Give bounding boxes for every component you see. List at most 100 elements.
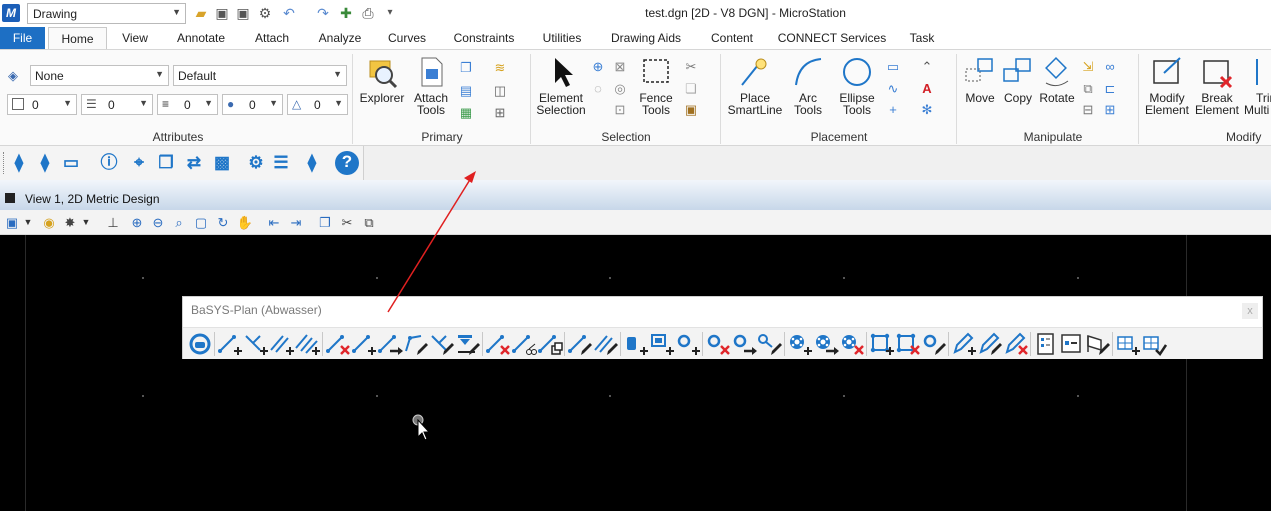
arc-tools-button[interactable]: Arc Tools <box>786 55 830 116</box>
segment-add-icon[interactable] <box>351 332 377 356</box>
level-display-icon[interactable]: ≋ <box>492 60 508 76</box>
tab-content[interactable]: Content <box>703 27 761 49</box>
models-icon[interactable]: ❐ <box>458 60 474 76</box>
gear-icon[interactable]: ⚙ <box>245 152 267 174</box>
segment-copy-icon[interactable] <box>537 332 563 356</box>
table-add-icon[interactable] <box>1115 332 1141 356</box>
trim-multi-button[interactable]: Trim Multi <box>1243 55 1271 116</box>
segment-delete-icon[interactable] <box>325 332 351 356</box>
tab-home[interactable]: Home <box>48 27 107 49</box>
transparency-combo[interactable]: ● 0 ▼ <box>222 94 283 115</box>
map-refresh-icon[interactable]: ⧫ <box>34 152 56 174</box>
segment-cut-icon[interactable] <box>511 332 537 356</box>
info-icon[interactable]: ⓘ <box>98 152 120 174</box>
view-attributes-icon[interactable]: ▣ <box>3 214 21 231</box>
zoom-in-icon[interactable]: ⊕ <box>128 214 146 231</box>
line-add-icon[interactable] <box>217 332 243 356</box>
close-icon[interactable]: x <box>1242 303 1258 319</box>
select-all-icon[interactable]: ⊕ <box>590 59 606 75</box>
break-element-button[interactable]: Break Element <box>1193 55 1241 116</box>
rectangle-icon[interactable]: ▭ <box>885 59 901 75</box>
view-previous-icon[interactable]: ⇤ <box>265 214 283 231</box>
view-window-titlebar[interactable]: View 1, 2D Metric Design <box>0 180 1271 210</box>
target-icon[interactable]: ⌖ <box>128 152 150 174</box>
rotate-button[interactable]: Rotate <box>1037 55 1077 104</box>
power-icon[interactable] <box>187 332 213 356</box>
tab-drawing-aids[interactable]: Drawing Aids <box>604 27 688 49</box>
element-info-icon[interactable]: ◫ <box>492 83 508 99</box>
node-box-add-icon[interactable] <box>649 332 675 356</box>
manhole-delete-icon[interactable] <box>839 332 865 356</box>
dimension-icon[interactable]: ✻ <box>919 102 935 118</box>
line-style-combo[interactable]: ☰ 0 ▼ <box>81 94 153 115</box>
curve-icon[interactable]: ∿ <box>885 81 901 97</box>
node-connect-edit-icon[interactable] <box>757 332 783 356</box>
group-icon[interactable]: ◎ <box>612 81 628 97</box>
tab-curves[interactable]: Curves <box>383 27 431 49</box>
level-manager-icon[interactable]: ◈ <box>8 68 24 83</box>
mirror-icon[interactable]: ⧉ <box>1080 81 1096 97</box>
cut-icon[interactable]: ✂ <box>683 59 699 75</box>
point-icon[interactable]: + <box>885 102 901 118</box>
frame-add-icon[interactable] <box>869 332 895 356</box>
clip-mask-icon[interactable]: ⧉ <box>360 214 378 231</box>
modify-element-button[interactable]: Modify Element <box>1142 55 1192 116</box>
text-icon[interactable]: A <box>919 81 935 97</box>
rotate-view-icon[interactable]: ↻ <box>214 214 232 231</box>
place-smartline-button[interactable]: Place SmartLine <box>726 55 784 116</box>
dashed-line-edit-icon[interactable] <box>593 332 619 356</box>
basys-plan-toolbox[interactable]: BaSYS-Plan (Abwasser) x <box>182 296 1263 359</box>
references-icon[interactable]: ▤ <box>458 83 474 99</box>
frame-delete-icon[interactable] <box>895 332 921 356</box>
text-style-combo[interactable]: Default ▼ <box>173 65 347 86</box>
toolbox-icon[interactable]: ▩ <box>211 152 233 174</box>
map-add-icon[interactable]: ⧫ <box>8 152 30 174</box>
spin-icon[interactable]: ⊞ <box>1102 102 1118 118</box>
segment-remove-icon[interactable] <box>485 332 511 356</box>
explorer-button[interactable]: Explorer <box>358 55 406 104</box>
priority-combo[interactable]: △ 0 ▼ <box>287 94 348 115</box>
copy-pages-icon[interactable]: ❐ <box>155 152 177 174</box>
help-icon[interactable]: ? <box>335 151 359 175</box>
node-shape-add-icon[interactable] <box>623 332 649 356</box>
label-icon[interactable] <box>1059 332 1085 356</box>
tab-file[interactable]: File <box>0 27 45 49</box>
lock-icon[interactable]: ⊠ <box>612 59 628 75</box>
line-weight-combo[interactable]: ≡ 0 ▼ <box>157 94 218 115</box>
toolbar-grip-icon[interactable] <box>3 152 6 174</box>
swap-arrows-icon[interactable]: ⇄ <box>183 152 205 174</box>
node-pen-icon[interactable] <box>921 332 947 356</box>
tab-connect-services[interactable]: CONNECT Services <box>776 27 888 49</box>
window-refresh-icon[interactable]: ▭ <box>60 152 82 174</box>
node-add-icon[interactable] <box>675 332 701 356</box>
pencil-delete-icon[interactable] <box>1003 332 1029 356</box>
node-delete-icon[interactable] <box>705 332 731 356</box>
ungroup-icon[interactable]: ⊡ <box>612 102 628 118</box>
double-line-add-icon[interactable] <box>269 332 295 356</box>
update-view-icon[interactable]: ⊥ <box>104 214 122 231</box>
database-refresh-icon[interactable]: ☰ <box>270 152 292 174</box>
align-icon[interactable]: ⊏ <box>1102 81 1118 97</box>
level-combo[interactable]: None ▼ <box>30 65 169 86</box>
clip-volume-icon[interactable]: ✂ <box>338 214 356 231</box>
raster-icon[interactable]: ▦ <box>458 105 474 121</box>
invert-selection-icon[interactable]: ◌ <box>590 81 606 97</box>
pan-view-icon[interactable]: ✋ <box>236 214 254 231</box>
tab-view[interactable]: View <box>116 27 154 49</box>
view-next-icon[interactable]: ⇥ <box>287 214 305 231</box>
window-area-icon[interactable]: ⌕ <box>170 214 188 231</box>
manhole-add-icon[interactable] <box>787 332 813 356</box>
line-cross-add-icon[interactable] <box>243 332 269 356</box>
levels-icon[interactable]: ◉ <box>40 214 58 231</box>
move-button[interactable]: Move <box>961 55 999 104</box>
tab-analyze[interactable]: Analyze <box>312 27 368 49</box>
cell-library-icon[interactable]: ⊞ <box>492 105 508 121</box>
flag-edit-icon[interactable] <box>1085 332 1111 356</box>
stretch-icon[interactable]: ⊟ <box>1080 102 1096 118</box>
node-move-icon[interactable] <box>731 332 757 356</box>
line-edit-icon[interactable] <box>567 332 593 356</box>
manhole-move-icon[interactable] <box>813 332 839 356</box>
fit-view-icon[interactable]: ▢ <box>192 214 210 231</box>
triple-line-add-icon[interactable] <box>295 332 321 356</box>
attach-tools-button[interactable]: Attach Tools <box>408 55 454 116</box>
